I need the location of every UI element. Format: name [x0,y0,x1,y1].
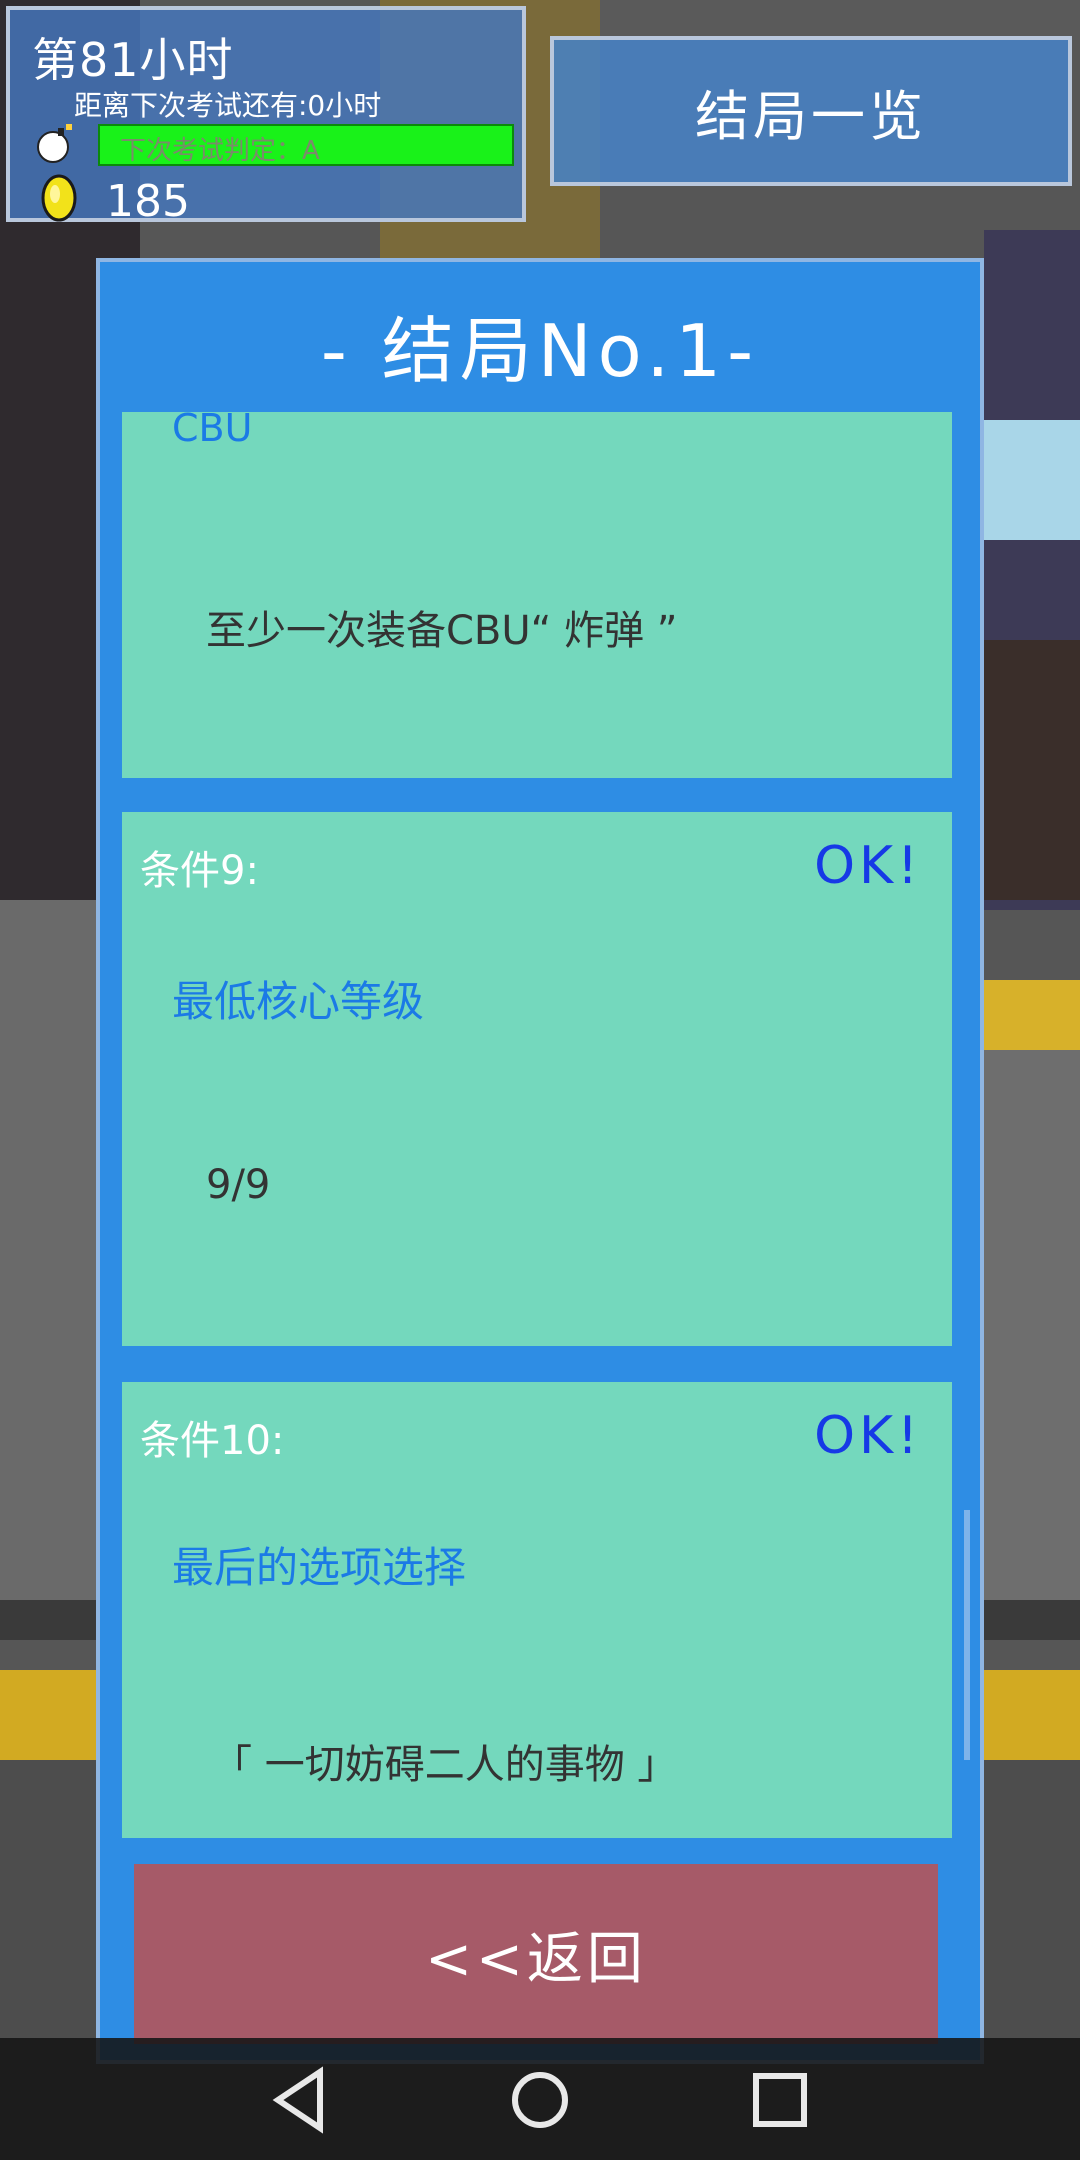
ending-list-button[interactable]: 结局一览 [550,36,1072,186]
exam-grade-text: 下次考试判定：A [120,136,320,166]
status-hud: 第81小时 距离下次考试还有:0小时 下次考试判定：A 185 [6,6,526,227]
next-exam-countdown: 距离下次考试还有:0小时 [74,89,382,122]
condition-name: 最后的选项选择 [172,1543,467,1592]
condition-detail: 至少一次装备CBU“ 炸弹 ” [206,608,678,654]
conditions-scroll-area[interactable]: CBU 至少一次装备CBU“ 炸弹 ” 条件9: OK! 最低核心等级 9/9 … [122,412,952,2108]
back-button[interactable]: <<返回 [134,1864,938,2044]
bomb-icon [36,124,76,164]
condition-card: 条件10: OK! 最后的选项选择 「 一切妨碍二人的事物 」 [122,1382,952,1838]
ending-detail-panel: - 结局No.1- CBU 至少一次装备CBU“ 炸弹 ” 条件9: OK! 最… [96,258,984,2064]
coin-icon [40,174,78,222]
triangle-back-icon[interactable] [262,2062,338,2138]
condition-name: 最低核心等级 [172,977,425,1026]
condition-label: 条件9: [140,848,259,894]
current-hour: 第81小时 [32,33,234,87]
system-navigation-bar [0,2038,1080,2160]
condition-card: 条件9: OK! 最低核心等级 9/9 [122,812,952,1346]
coin-count: 185 [106,176,190,227]
condition-ok-status: OK! [814,1406,922,1466]
condition-name: CBU [172,412,253,450]
condition-card: CBU 至少一次装备CBU“ 炸弹 ” [122,412,952,778]
square-recent-icon[interactable] [742,2062,818,2138]
panel-title: - 结局No.1- [320,309,760,393]
condition-detail: 9/9 [206,1162,271,1208]
exam-grade-bar: 下次考试判定：A [98,124,514,166]
condition-ok-status: OK! [814,836,922,896]
circle-home-icon[interactable] [502,2062,578,2138]
condition-label: 条件10: [140,1418,285,1464]
condition-detail: 「 一切妨碍二人的事物 」 [212,1742,678,1788]
scrollbar[interactable] [964,1510,970,1760]
